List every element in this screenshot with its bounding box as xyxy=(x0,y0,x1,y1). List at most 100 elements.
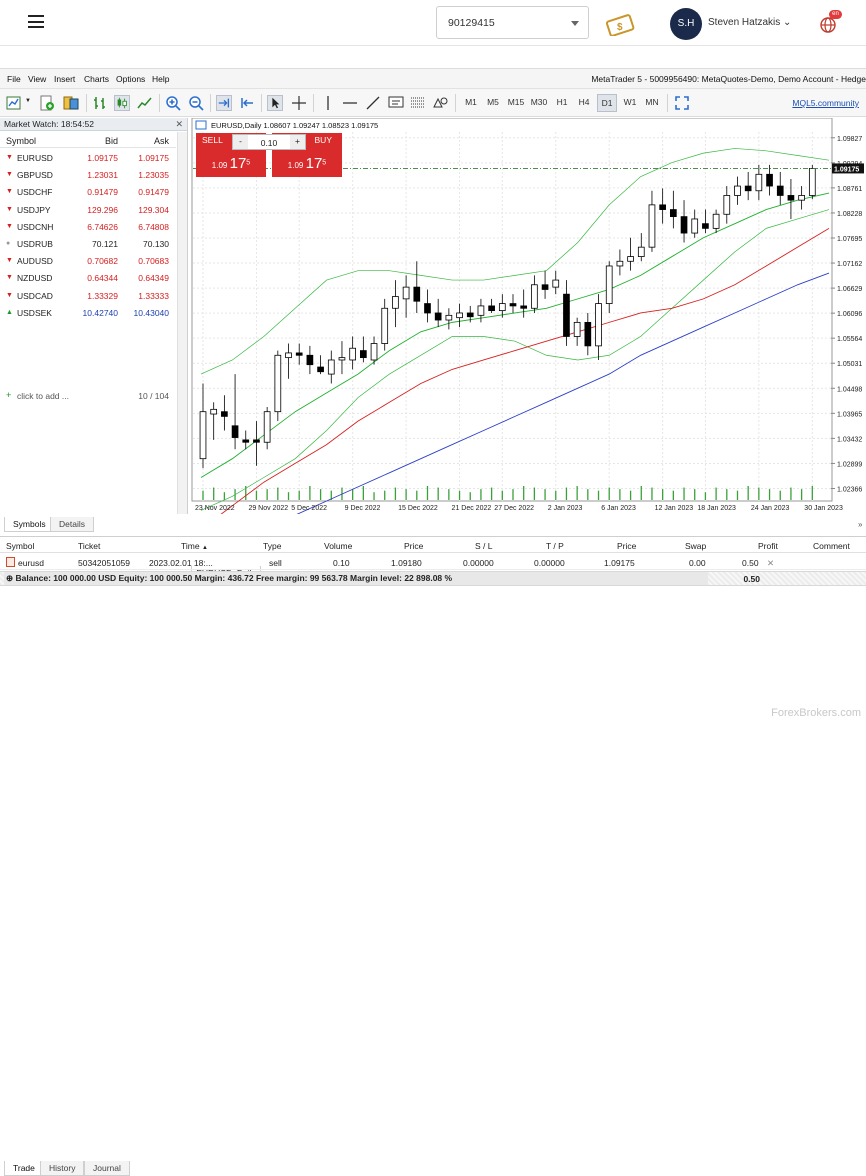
horizontal-line-icon[interactable] xyxy=(342,95,358,111)
header-ticket[interactable]: Ticket xyxy=(78,541,100,551)
candle xyxy=(584,321,592,347)
header-profit[interactable]: Profit xyxy=(758,541,778,551)
symbol-name: NZDUSD xyxy=(17,273,53,284)
close-position-icon[interactable]: ✕ xyxy=(767,558,774,569)
header-comment[interactable]: Comment xyxy=(813,541,850,551)
header-current-price[interactable]: Price xyxy=(617,541,636,551)
menu-hamburger-icon[interactable] xyxy=(28,15,44,28)
market-watch-scrollbar[interactable] xyxy=(177,132,187,514)
menu-help[interactable]: Help xyxy=(152,74,169,84)
menu-view[interactable]: View xyxy=(28,74,46,84)
timeframe-w1[interactable]: W1 xyxy=(620,97,640,107)
account-select[interactable]: 90129415 xyxy=(436,6,589,39)
column-bid[interactable]: Bid xyxy=(105,136,118,146)
lot-size-input[interactable]: - 0.10 + xyxy=(232,134,306,150)
user-name[interactable]: Steven Hatzakis ⌄ xyxy=(708,17,791,28)
market-watch-row-usdchf[interactable]: ▼ USDCHF 0.91479 0.91479 xyxy=(0,183,176,200)
shapes-icon[interactable] xyxy=(432,95,448,111)
trend-line-icon[interactable] xyxy=(365,95,381,111)
market-watch-row-usdjpy[interactable]: ▼ USDJPY 129.296 129.304 xyxy=(0,201,176,218)
add-symbol-row[interactable]: + click to add ... 10 / 104 xyxy=(0,387,176,404)
symbol-name: USDSEK xyxy=(17,307,52,318)
market-watch-row-gbpusd[interactable]: ▼ GBPUSD 1.23031 1.23035 xyxy=(0,166,176,183)
timeframe-m30[interactable]: M30 xyxy=(529,97,549,107)
header-time[interactable]: Time ▲ xyxy=(181,541,208,551)
line-chart-icon[interactable] xyxy=(137,95,153,111)
menu-file[interactable]: File xyxy=(7,74,21,84)
timeframe-m5[interactable]: M5 xyxy=(483,97,503,107)
tab-symbols[interactable]: Symbols xyxy=(4,517,55,532)
x-tick-label: 24 Jan 2023 xyxy=(751,505,790,512)
header-volume[interactable]: Volume xyxy=(324,541,352,551)
mql5-community-link[interactable]: MQL5.community xyxy=(792,98,859,108)
deposit-icon[interactable]: $ xyxy=(605,10,637,36)
candle xyxy=(605,265,613,304)
market-watch-row-usdsek[interactable]: ▲ USDSEK 10.42740 10.43040 xyxy=(0,304,176,321)
timeframe-d1[interactable]: D1 xyxy=(597,94,617,112)
candlestick-chart-icon[interactable] xyxy=(114,95,130,111)
header-sl[interactable]: S / L xyxy=(475,541,492,551)
new-chart-icon[interactable] xyxy=(6,95,22,111)
timeframe-h4[interactable]: H4 xyxy=(574,97,594,107)
zoom-out-icon[interactable] xyxy=(188,95,204,111)
y-tick-label: 1.08228 xyxy=(837,211,862,218)
vertical-line-icon[interactable] xyxy=(320,95,336,111)
tab-journal[interactable]: Journal xyxy=(84,1161,130,1176)
trade-price[interactable]: 1.09180 xyxy=(391,558,422,568)
lot-increase-icon[interactable]: + xyxy=(290,135,305,149)
text-label-icon[interactable] xyxy=(388,95,404,111)
timeframe-m15[interactable]: M15 xyxy=(506,97,526,107)
y-tick-label: 1.08761 xyxy=(837,186,862,193)
chart-window[interactable]: 1.098271.092941.087611.082281.076951.071… xyxy=(191,118,866,582)
dropdown-arrow-icon[interactable]: ▼ xyxy=(25,98,31,104)
arrow-down-icon: ▼ xyxy=(6,171,13,179)
market-watch-row-nzdusd[interactable]: ▼ NZDUSD 0.64344 0.64349 xyxy=(0,269,176,286)
cursor-icon[interactable] xyxy=(267,95,283,111)
header-type[interactable]: Type xyxy=(263,541,281,551)
timeframe-h1[interactable]: H1 xyxy=(552,97,572,107)
tab-details[interactable]: Details xyxy=(50,517,94,532)
expand-icon[interactable]: ⊕ xyxy=(6,573,13,583)
trade-sl[interactable]: 0.00000 xyxy=(463,558,494,568)
lot-decrease-icon[interactable]: - xyxy=(233,135,248,149)
bar-chart-icon[interactable] xyxy=(92,95,108,111)
avatar[interactable]: S.H xyxy=(670,8,702,40)
auto-scroll-icon[interactable] xyxy=(216,95,232,111)
header-price[interactable]: Price xyxy=(404,541,423,551)
trade-tp[interactable]: 0.00000 xyxy=(534,558,565,568)
header-tp[interactable]: T / P xyxy=(546,541,564,551)
menu-charts[interactable]: Charts xyxy=(84,74,109,84)
crosshair-icon[interactable] xyxy=(291,95,307,111)
header-swap[interactable]: Swap xyxy=(685,541,706,551)
market-watch-row-usdrub[interactable]: ● USDRUB 70.121 70.130 xyxy=(0,235,176,252)
menu-options[interactable]: Options xyxy=(116,74,145,84)
close-icon[interactable]: ✕ xyxy=(175,118,183,131)
menu-insert[interactable]: Insert xyxy=(54,74,75,84)
trade-symbol: eurusd xyxy=(18,558,44,568)
chart-shift-icon[interactable] xyxy=(239,95,255,111)
column-ask[interactable]: Ask xyxy=(154,136,169,146)
column-symbol[interactable]: Symbol xyxy=(6,136,36,146)
market-watch-row-eurusd[interactable]: ▼ EURUSD 1.09175 1.09175 xyxy=(0,149,176,166)
x-tick-label: 6 Jan 2023 xyxy=(601,505,636,512)
new-order-icon[interactable] xyxy=(39,95,55,111)
market-watch-row-audusd[interactable]: ▼ AUDUSD 0.70682 0.70683 xyxy=(0,252,176,269)
header-symbol[interactable]: Symbol xyxy=(6,541,34,551)
table-row[interactable]: eurusd 50342051059 2023.02.01 18:... sel… xyxy=(0,554,866,570)
candlestick-chart[interactable]: 1.098271.092941.087611.082281.076951.071… xyxy=(191,118,866,514)
timeframe-m1[interactable]: M1 xyxy=(461,97,481,107)
market-watch-row-usdcnh[interactable]: ▼ USDCNH 6.74626 6.74808 xyxy=(0,218,176,235)
algo-trading-icon[interactable] xyxy=(63,95,79,111)
timeframe-mn[interactable]: MN xyxy=(642,97,662,107)
zoom-in-icon[interactable] xyxy=(165,95,181,111)
tab-history[interactable]: History xyxy=(40,1161,85,1176)
y-tick-label: 1.07695 xyxy=(837,236,862,243)
fibonacci-icon[interactable] xyxy=(410,95,426,111)
fullscreen-icon[interactable] xyxy=(674,95,690,111)
tab-trade[interactable]: Trade xyxy=(4,1161,44,1176)
market-watch-row-usdcad[interactable]: ▼ USDCAD 1.33329 1.33333 xyxy=(0,287,176,304)
candle xyxy=(808,168,816,196)
market-watch-tabs: Symbols Details xyxy=(0,517,190,533)
tabs-scroll-right-icon[interactable]: » xyxy=(858,520,862,529)
menu-bar: File View Insert Charts Options Help Met… xyxy=(0,69,866,89)
